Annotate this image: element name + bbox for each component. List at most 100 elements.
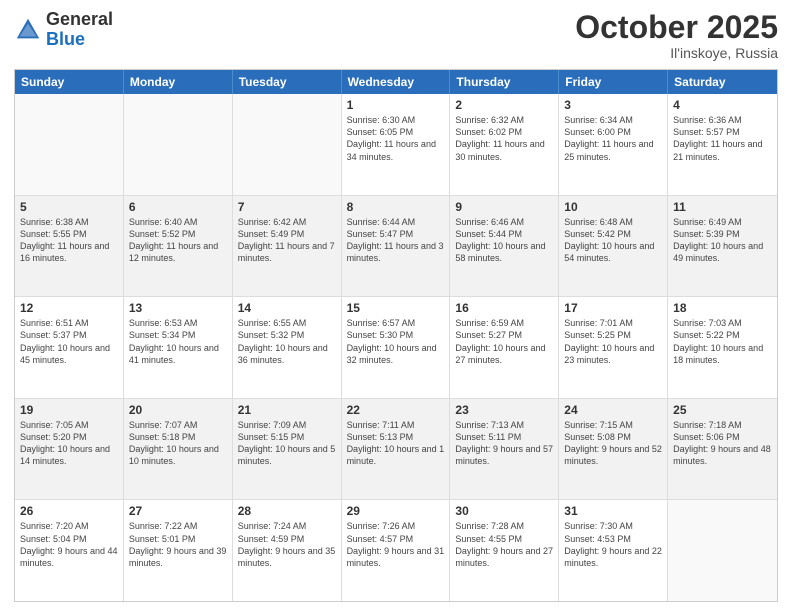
day-number: 13 xyxy=(129,301,227,315)
day-number: 23 xyxy=(455,403,553,417)
day-number: 7 xyxy=(238,200,336,214)
calendar-cell: 6Sunrise: 6:40 AM Sunset: 5:52 PM Daylig… xyxy=(124,196,233,297)
day-number: 11 xyxy=(673,200,772,214)
day-info: Sunrise: 6:32 AM Sunset: 6:02 PM Dayligh… xyxy=(455,114,553,163)
calendar-cell: 16 Sunrise: 6:59 AM Sunset: 5:27 PM Dayli… xyxy=(450,297,559,398)
day-number: 27 xyxy=(129,504,227,518)
calendar-cell: 30 Sunrise: 7:28 AM Sunset: 4:55 PM Dayli… xyxy=(450,500,559,601)
calendar-week-row: 5Sunrise: 6:38 AM Sunset: 5:55 PM Daylig… xyxy=(15,196,777,298)
calendar-cell: 3 Sunrise: 6:34 AM Sunset: 6:00 PM Daylig… xyxy=(559,94,668,195)
day-info: Sunrise: 6:40 AM Sunset: 5:52 PM Dayligh… xyxy=(129,216,227,265)
calendar-cell: 11 Sunrise: 6:49 AM Sunset: 5:39 PM Dayli… xyxy=(668,196,777,297)
calendar-cell: 29Sunrise: 7:26 AM Sunset: 4:57 PM Dayli… xyxy=(342,500,451,601)
logo-general: General xyxy=(46,9,113,29)
day-number: 16 xyxy=(455,301,553,315)
day-info: Sunrise: 6:30 AM Sunset: 6:05 PM Dayligh… xyxy=(347,114,445,163)
day-number: 9 xyxy=(455,200,553,214)
calendar-cell xyxy=(15,94,124,195)
day-number: 15 xyxy=(347,301,445,315)
day-number: 14 xyxy=(238,301,336,315)
calendar-cell: 24 Sunrise: 7:15 AM Sunset: 5:08 PM Dayli… xyxy=(559,399,668,500)
calendar-cell: 14 Sunrise: 6:55 AM Sunset: 5:32 PM Dayli… xyxy=(233,297,342,398)
day-info: Sunrise: 6:36 AM Sunset: 5:57 PM Dayligh… xyxy=(673,114,772,163)
day-number: 1 xyxy=(347,98,445,112)
calendar-week-row: 26 Sunrise: 7:20 AM Sunset: 5:04 PM Dayli… xyxy=(15,500,777,601)
day-number: 10 xyxy=(564,200,662,214)
day-info: Sunrise: 6:49 AM Sunset: 5:39 PM Dayligh… xyxy=(673,216,772,265)
day-info: Sunrise: 7:03 AM Sunset: 5:22 PM Dayligh… xyxy=(673,317,772,366)
day-number: 8 xyxy=(347,200,445,214)
calendar-cell: 17Sunrise: 7:01 AM Sunset: 5:25 PM Dayli… xyxy=(559,297,668,398)
calendar-cell: 27 Sunrise: 7:22 AM Sunset: 5:01 PM Dayli… xyxy=(124,500,233,601)
day-info: Sunrise: 6:34 AM Sunset: 6:00 PM Dayligh… xyxy=(564,114,662,163)
calendar-cell: 4 Sunrise: 6:36 AM Sunset: 5:57 PM Daylig… xyxy=(668,94,777,195)
calendar-cell: 9 Sunrise: 6:46 AM Sunset: 5:44 PM Daylig… xyxy=(450,196,559,297)
day-number: 17 xyxy=(564,301,662,315)
day-info: Sunrise: 6:57 AM Sunset: 5:30 PM Dayligh… xyxy=(347,317,445,366)
day-info: Sunrise: 6:53 AM Sunset: 5:34 PM Dayligh… xyxy=(129,317,227,366)
day-info: Sunrise: 7:13 AM Sunset: 5:11 PM Dayligh… xyxy=(455,419,553,468)
calendar-cell: 15 Sunrise: 6:57 AM Sunset: 5:30 PM Dayli… xyxy=(342,297,451,398)
day-number: 5 xyxy=(20,200,118,214)
day-number: 24 xyxy=(564,403,662,417)
day-info: Sunrise: 6:46 AM Sunset: 5:44 PM Dayligh… xyxy=(455,216,553,265)
day-info: Sunrise: 7:09 AM Sunset: 5:15 PM Dayligh… xyxy=(238,419,336,468)
header: General Blue October 2025 Il'inskoye, Ru… xyxy=(14,10,778,61)
day-number: 31 xyxy=(564,504,662,518)
calendar-header-cell: Wednesday xyxy=(342,70,451,94)
calendar-cell xyxy=(668,500,777,601)
calendar-header-cell: Monday xyxy=(124,70,233,94)
calendar-body: 1 Sunrise: 6:30 AM Sunset: 6:05 PM Daylig… xyxy=(15,94,777,601)
calendar-header-cell: Friday xyxy=(559,70,668,94)
calendar-cell xyxy=(233,94,342,195)
calendar-cell xyxy=(124,94,233,195)
day-info: Sunrise: 7:20 AM Sunset: 5:04 PM Dayligh… xyxy=(20,520,118,569)
calendar-title: October 2025 xyxy=(575,10,778,45)
logo-text: General Blue xyxy=(46,10,113,50)
day-info: Sunrise: 6:59 AM Sunset: 5:27 PM Dayligh… xyxy=(455,317,553,366)
calendar-subtitle: Il'inskoye, Russia xyxy=(575,45,778,61)
day-number: 28 xyxy=(238,504,336,518)
day-info: Sunrise: 6:55 AM Sunset: 5:32 PM Dayligh… xyxy=(238,317,336,366)
day-number: 30 xyxy=(455,504,553,518)
calendar-header-cell: Thursday xyxy=(450,70,559,94)
logo-blue: Blue xyxy=(46,29,85,49)
calendar-header-row: SundayMondayTuesdayWednesdayThursdayFrid… xyxy=(15,70,777,94)
calendar: SundayMondayTuesdayWednesdayThursdayFrid… xyxy=(14,69,778,602)
day-info: Sunrise: 7:28 AM Sunset: 4:55 PM Dayligh… xyxy=(455,520,553,569)
calendar-cell: 19 Sunrise: 7:05 AM Sunset: 5:20 PM Dayli… xyxy=(15,399,124,500)
day-info: Sunrise: 7:15 AM Sunset: 5:08 PM Dayligh… xyxy=(564,419,662,468)
calendar-week-row: 19 Sunrise: 7:05 AM Sunset: 5:20 PM Dayli… xyxy=(15,399,777,501)
day-info: Sunrise: 7:07 AM Sunset: 5:18 PM Dayligh… xyxy=(129,419,227,468)
day-info: Sunrise: 7:22 AM Sunset: 5:01 PM Dayligh… xyxy=(129,520,227,569)
day-number: 18 xyxy=(673,301,772,315)
day-number: 2 xyxy=(455,98,553,112)
calendar-cell: 18 Sunrise: 7:03 AM Sunset: 5:22 PM Dayli… xyxy=(668,297,777,398)
calendar-cell: 23 Sunrise: 7:13 AM Sunset: 5:11 PM Dayli… xyxy=(450,399,559,500)
day-number: 25 xyxy=(673,403,772,417)
day-number: 20 xyxy=(129,403,227,417)
day-info: Sunrise: 6:51 AM Sunset: 5:37 PM Dayligh… xyxy=(20,317,118,366)
day-number: 29 xyxy=(347,504,445,518)
calendar-cell: 20 Sunrise: 7:07 AM Sunset: 5:18 PM Dayli… xyxy=(124,399,233,500)
logo-icon xyxy=(14,16,42,44)
day-number: 21 xyxy=(238,403,336,417)
day-number: 19 xyxy=(20,403,118,417)
calendar-header-cell: Sunday xyxy=(15,70,124,94)
calendar-cell: 25 Sunrise: 7:18 AM Sunset: 5:06 PM Dayli… xyxy=(668,399,777,500)
calendar-cell: 31Sunrise: 7:30 AM Sunset: 4:53 PM Dayli… xyxy=(559,500,668,601)
day-info: Sunrise: 6:48 AM Sunset: 5:42 PM Dayligh… xyxy=(564,216,662,265)
calendar-cell: 1 Sunrise: 6:30 AM Sunset: 6:05 PM Daylig… xyxy=(342,94,451,195)
day-number: 22 xyxy=(347,403,445,417)
day-number: 4 xyxy=(673,98,772,112)
calendar-cell: 2 Sunrise: 6:32 AM Sunset: 6:02 PM Daylig… xyxy=(450,94,559,195)
day-info: Sunrise: 7:24 AM Sunset: 4:59 PM Dayligh… xyxy=(238,520,336,569)
day-number: 3 xyxy=(564,98,662,112)
day-info: Sunrise: 7:18 AM Sunset: 5:06 PM Dayligh… xyxy=(673,419,772,468)
day-number: 26 xyxy=(20,504,118,518)
calendar-cell: 21 Sunrise: 7:09 AM Sunset: 5:15 PM Dayli… xyxy=(233,399,342,500)
calendar-cell: 13 Sunrise: 6:53 AM Sunset: 5:34 PM Dayli… xyxy=(124,297,233,398)
day-info: Sunrise: 7:05 AM Sunset: 5:20 PM Dayligh… xyxy=(20,419,118,468)
day-info: Sunrise: 6:42 AM Sunset: 5:49 PM Dayligh… xyxy=(238,216,336,265)
calendar-cell: 10 Sunrise: 6:48 AM Sunset: 5:42 PM Dayli… xyxy=(559,196,668,297)
